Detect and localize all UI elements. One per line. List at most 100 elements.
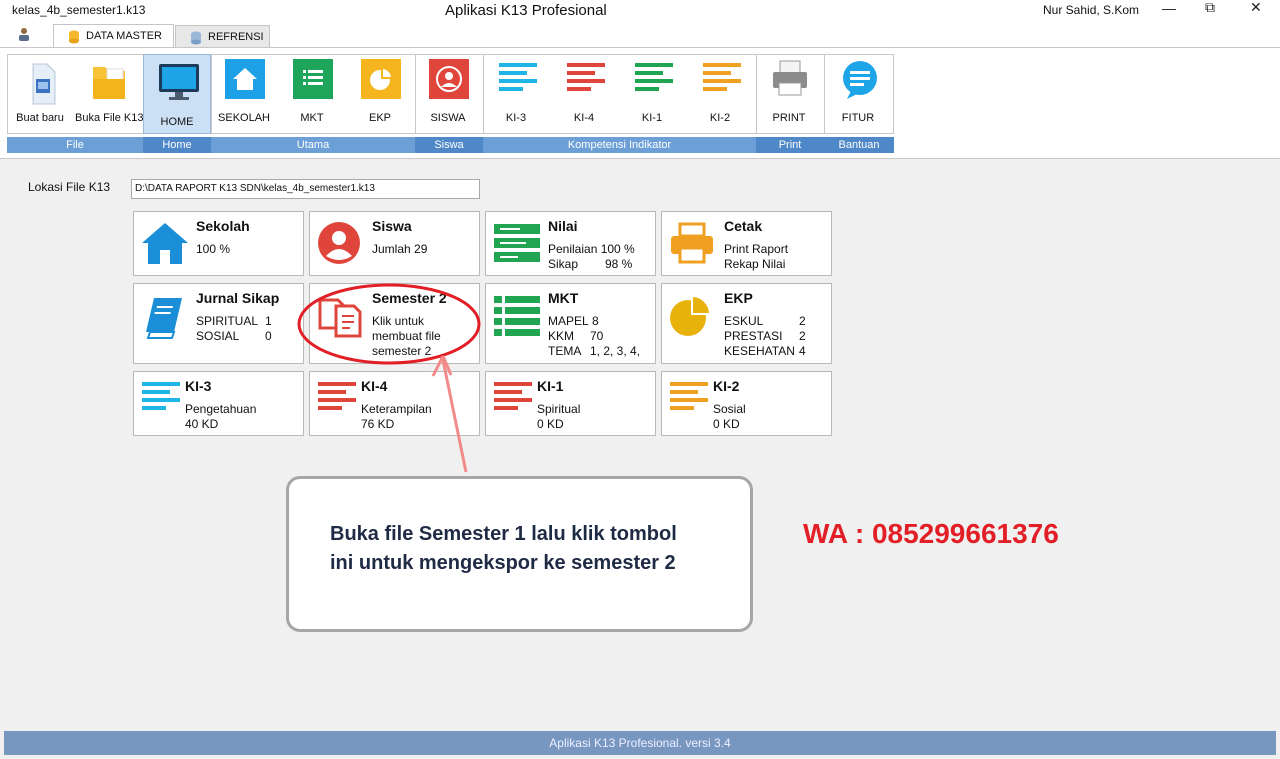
- ribbon-button-print[interactable]: PRINT: [756, 54, 822, 134]
- card-ki1[interactable]: KI-1 Spiritual 0 KD: [485, 371, 656, 436]
- card-title: Nilai: [548, 218, 578, 234]
- card-value: 2: [799, 329, 806, 343]
- ribbon-label: FITUR: [841, 112, 875, 124]
- card-text: Keterampilan: [361, 402, 432, 416]
- list-icon: [293, 59, 333, 99]
- card-value: 0: [265, 329, 272, 343]
- card-siswa[interactable]: Siswa Jumlah 29: [309, 211, 480, 276]
- card-value: 1, 2, 3, 4,: [590, 344, 641, 358]
- card-sekolah[interactable]: Sekolah 100 %: [133, 211, 304, 276]
- card-text: Sosial: [713, 402, 746, 416]
- card-text: SOSIAL: [196, 329, 240, 343]
- database-icon: [190, 31, 202, 48]
- card-text: KKM: [548, 329, 575, 343]
- minimize-button[interactable]: —: [1162, 0, 1176, 16]
- ribbon-button-ki3[interactable]: KI-3: [483, 54, 549, 134]
- ribbon-button-buat-baru[interactable]: Buat baru: [7, 54, 73, 134]
- tab-data-master[interactable]: DATA MASTER: [53, 24, 174, 49]
- ribbon-label: EKP: [368, 112, 391, 124]
- card-ki4[interactable]: KI-4 Keterampilan 76 KD: [309, 371, 480, 436]
- close-button[interactable]: ✕: [1250, 0, 1262, 16]
- callout-text: Buka file Semester 1 lalu klik tombol in…: [330, 520, 677, 578]
- card-text: Klik untuk: [372, 314, 425, 328]
- card-text: ESKUL: [724, 314, 764, 328]
- ribbon-button-ki4[interactable]: KI-4: [551, 54, 617, 134]
- card-mkt[interactable]: MKT MAPEL 8 KKM 70 TEMA 1, 2, 3, 4,: [485, 283, 656, 364]
- card-text: KESEHATAN: [724, 344, 795, 358]
- card-text: 76 KD: [361, 417, 395, 431]
- card-value: 8: [592, 314, 599, 328]
- card-text: 100 %: [196, 242, 231, 256]
- lines-green-icon: [633, 59, 673, 97]
- card-text: Sikap: [548, 257, 579, 271]
- card-value: 4: [799, 344, 806, 358]
- ribbon-label: Buka File K13: [75, 112, 144, 124]
- user-icon[interactable]: [17, 27, 31, 44]
- ribbon-label: KI-2: [709, 112, 731, 124]
- tab-refrensi[interactable]: REFRENSI: [175, 25, 270, 48]
- card-text: Penilaian 100 %: [548, 242, 635, 256]
- printer-icon: [770, 59, 808, 97]
- group-label-siswa: Siswa: [415, 137, 483, 153]
- card-ki2[interactable]: KI-2 Sosial 0 KD: [661, 371, 832, 436]
- lines-orange-icon: [668, 378, 716, 426]
- group-label-kompetensi: Kompetensi Indikator: [483, 137, 756, 153]
- group-label-file: File: [7, 137, 143, 153]
- card-text: MAPEL: [548, 314, 589, 328]
- lines-red-icon: [492, 378, 540, 426]
- location-field[interactable]: D:\DATA RAPORT K13 SDN\kelas_4b_semester…: [131, 179, 480, 199]
- maximize-button[interactable]: ⧉: [1205, 0, 1215, 16]
- person-icon: [316, 220, 364, 268]
- card-semester-2[interactable]: Semester 2 Klik untuk membuat file semes…: [309, 283, 480, 364]
- card-text: membuat file: [372, 329, 441, 343]
- database-icon: [68, 30, 80, 47]
- ribbon-label: HOME: [160, 116, 194, 128]
- ribbon-button-fitur[interactable]: FITUR: [825, 54, 891, 134]
- tab-label: REFRENSI: [208, 31, 264, 43]
- card-text: SPIRITUAL: [196, 314, 259, 328]
- ribbon-button-mkt[interactable]: MKT: [279, 54, 345, 134]
- card-ekp[interactable]: EKP ESKUL 2 PRESTASI 2 KESEHATAN 4: [661, 283, 832, 364]
- card-cetak[interactable]: Cetak Print Raport Rekap Nilai: [661, 211, 832, 276]
- ribbon-button-ki2[interactable]: KI-2: [687, 54, 753, 134]
- card-text: 0 KD: [713, 417, 740, 431]
- callout-line: ini untuk mengekspor ke semester 2: [330, 552, 676, 574]
- grade-list-icon: [492, 220, 540, 268]
- lines-red-icon: [316, 378, 364, 426]
- card-nilai[interactable]: Nilai Penilaian 100 % Sikap 98 %: [485, 211, 656, 276]
- card-text: Pengetahuan: [185, 402, 257, 416]
- ribbon-button-siswa[interactable]: SISWA: [415, 54, 481, 134]
- monitor-icon: [158, 60, 199, 100]
- ribbon-button-home[interactable]: HOME: [143, 54, 211, 134]
- card-text: 0 KD: [537, 417, 564, 431]
- house-icon: [140, 220, 188, 268]
- lines-red-icon: [565, 59, 605, 97]
- ribbon-button-ki1[interactable]: KI-1: [619, 54, 685, 134]
- ribbon-label: SEKOLAH: [218, 112, 270, 124]
- card-title: KI-2: [713, 378, 740, 394]
- ribbon-button-ekp[interactable]: EKP: [347, 54, 413, 134]
- ribbon-button-buka-file[interactable]: Buka File K13: [75, 54, 144, 134]
- card-text: semester 2: [372, 344, 432, 358]
- card-text: Print Raport: [724, 242, 789, 256]
- card-jurnal-sikap[interactable]: Jurnal Sikap SPIRITUAL 1 SOSIAL 0: [133, 283, 304, 364]
- card-ki3[interactable]: KI-3 Pengetahuan 40 KD: [133, 371, 304, 436]
- house-icon: [225, 59, 265, 99]
- card-title: Semester 2: [372, 290, 447, 306]
- ribbon-button-sekolah[interactable]: SEKOLAH: [211, 54, 277, 134]
- copy-icon: [316, 292, 364, 340]
- ribbon-label: Buat baru: [16, 112, 64, 124]
- card-text: Jumlah 29: [372, 242, 428, 256]
- card-title: KI-4: [361, 378, 388, 394]
- card-title: Siswa: [372, 218, 412, 234]
- title-bar: kelas_4b_semester1.k13 Aplikasi K13 Prof…: [0, 0, 1280, 22]
- open-folder-icon: [89, 59, 127, 99]
- card-text: PRESTASI: [724, 329, 783, 343]
- contact-text: WA : 085299661376: [803, 518, 1059, 549]
- group-label-home: Home: [143, 137, 211, 153]
- group-label-bantuan: Bantuan: [824, 137, 894, 153]
- card-value: 98 %: [605, 257, 633, 271]
- annotation-callout: Buka file Semester 1 lalu klik tombol in…: [286, 476, 753, 632]
- book-icon: [140, 292, 188, 340]
- card-text: Rekap Nilai: [724, 257, 786, 271]
